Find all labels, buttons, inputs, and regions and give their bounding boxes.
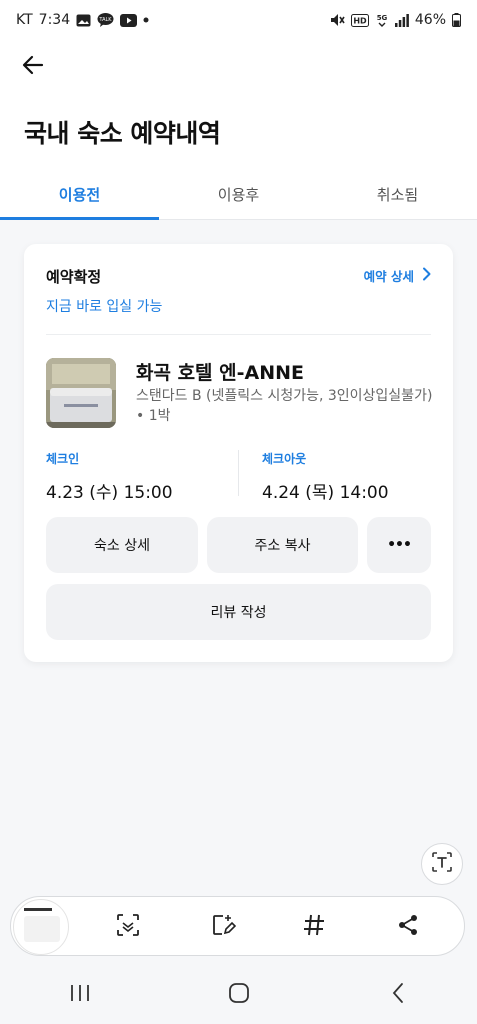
home-button[interactable] [209,975,269,1015]
nav-back-button[interactable] [368,975,428,1015]
svg-text:TALK: TALK [99,17,113,23]
screenshot-thumbnail[interactable] [13,899,69,955]
tab-bar: 이용전 이용후 취소됨 [0,170,477,220]
navigation-bar [0,966,477,1024]
reservation-card: 예약확정 지금 바로 입실 가능 예약 상세 화곡 호텔 엔-ANNE 스탠다드… [24,244,453,662]
more-options-button[interactable]: ••• [367,517,431,573]
tab-before-stay[interactable]: 이용전 [0,170,159,220]
checkout-block: 체크아웃 4.24 (목) 14:00 [262,450,389,503]
home-icon [228,982,250,1008]
reservation-detail-label: 예약 상세 [363,269,414,284]
checkin-value: 4.23 (수) 15:00 [46,483,173,503]
status-subtitle: 지금 바로 입실 가능 [46,299,163,315]
status-bar-right: HD 5G 46% [330,12,461,28]
5g-icon: 5G [375,13,389,28]
recents-button[interactable] [50,975,110,1015]
hotel-thumbnail[interactable] [46,358,116,428]
checkout-label: 체크아웃 [262,452,307,466]
reservation-status: 예약확정 지금 바로 입실 가능 예약 상세 [46,266,431,316]
gallery-icon [76,14,91,27]
page-header: 국내 숙소 예약내역 이용전 이용후 취소됨 [0,40,477,220]
copy-address-button[interactable]: 주소 복사 [207,517,358,573]
thumbnail-title-line [24,908,52,911]
write-review-button[interactable]: 리뷰 작성 [46,584,431,640]
share-button[interactable] [388,907,428,947]
chevron-right-icon [422,267,431,284]
checkin-label: 체크인 [46,452,80,466]
text-extract-button[interactable] [421,843,463,885]
back-button[interactable] [16,52,50,82]
recents-icon [69,983,91,1007]
hashtag-icon [302,913,326,941]
hashtag-button[interactable] [294,907,334,947]
battery-icon [452,13,461,27]
talk-icon: TALK [97,13,114,27]
mute-icon [330,13,345,27]
signal-icon [394,13,409,27]
clock: 7:34 [38,12,71,28]
room-info: 스탠다드 B (넷플릭스 시청가능, 3인이상입실불가) • 1박 [136,388,433,424]
more-dots-icon: ••• [387,537,412,553]
share-icon [396,913,420,941]
edit-icon [210,912,237,942]
svg-text:5G: 5G [377,14,388,22]
status-bar-left: KT 7:34 TALK [16,12,149,28]
back-icon [391,982,405,1008]
thumbnail-card [24,916,60,942]
carrier-label: KT [16,12,33,28]
checkout-value: 4.24 (목) 14:00 [262,483,389,503]
lodging-detail-button[interactable]: 숙소 상세 [46,517,198,573]
hd-icon: HD [350,13,369,27]
reservation-detail-link[interactable]: 예약 상세 [364,266,431,285]
screenshot-toolbar [10,896,465,956]
dot-icon [143,17,149,23]
arrow-left-icon [22,55,44,79]
battery-percent: 46% [414,12,446,28]
tab-after-stay[interactable]: 이용후 [159,170,318,219]
text-extract-icon [430,850,454,878]
card-divider [46,334,431,335]
tab-cancelled[interactable]: 취소됨 [318,170,477,219]
checkin-block: 체크인 4.23 (수) 15:00 [46,450,173,503]
edit-button[interactable] [203,907,243,947]
svg-text:HD: HD [353,16,367,25]
checkin-divider [238,450,239,496]
status-bar: KT 7:34 TALK HD 5G 46% [0,0,477,40]
scan-button[interactable] [108,907,148,947]
hotel-name: 화곡 호텔 엔-ANNE [136,362,305,384]
youtube-icon [120,13,138,27]
scan-icon [115,912,141,942]
page-title: 국내 숙소 예약내역 [24,119,221,148]
